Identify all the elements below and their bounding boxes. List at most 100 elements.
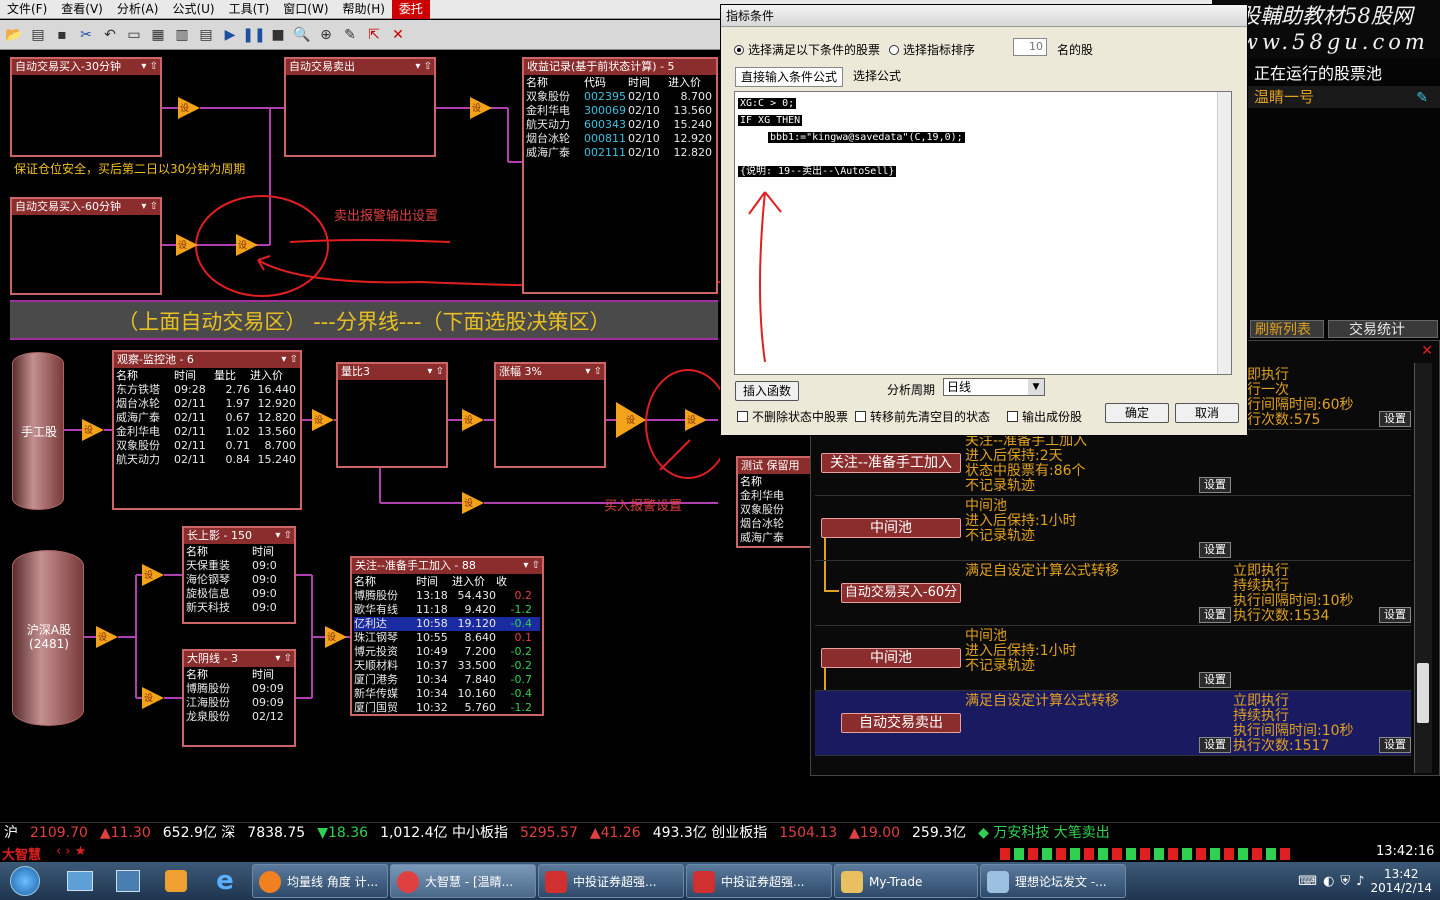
network-icon[interactable]: ◐: [1323, 874, 1334, 889]
task-button[interactable]: 中投证券超强...: [686, 864, 832, 898]
media-pin-icon[interactable]: [152, 864, 200, 898]
formula-editor[interactable]: XG:C > 0; IF XG THEN bbb1:="kingwa@saved…: [734, 91, 1232, 375]
table-row[interactable]: 博元投资 10:49 7.200 -0.2: [354, 645, 540, 659]
node-trigger[interactable]: 设: [142, 687, 164, 709]
manual-stock-cylinder[interactable]: 手工股: [12, 352, 64, 510]
chevron-down-icon[interactable]: ▼: [1028, 379, 1044, 395]
node-trigger[interactable]: 设: [470, 97, 492, 119]
profit-record-box[interactable]: 收益记录(基于前状态计算) - 5 名称 代码 时间 进入价 双象股份 00239…: [522, 57, 718, 294]
chk-keep-stocks[interactable]: 不删除状态中股票: [737, 408, 848, 425]
table-row[interactable]: 亿利达 10:58 19.120 -0.4: [354, 617, 540, 631]
pool-row[interactable]: 关注--准备手工加入 关注--准备手工加入 进入后保持:2天 状态中股票有:86…: [815, 431, 1411, 496]
zoom-icon[interactable]: ⊕: [316, 25, 336, 45]
box-menu-icon[interactable]: ▾ ⇧: [141, 199, 158, 215]
box-menu-icon[interactable]: ▾ ⇧: [141, 59, 158, 75]
table-row[interactable]: 金利华电: [740, 489, 808, 503]
play-icon[interactable]: ▶: [220, 25, 240, 45]
stop-icon[interactable]: ■: [268, 25, 288, 45]
tab-select-formula[interactable]: 选择公式: [847, 67, 907, 87]
buy30-box[interactable]: 自动交易买入-30分钟 ▾ ⇧: [10, 57, 162, 157]
table-row[interactable]: 烟台冰轮: [740, 517, 808, 531]
pause-icon[interactable]: ❚❚: [242, 25, 265, 45]
focus-manual-box[interactable]: 关注--准备手工加入 - 88 ▾ ⇧ 名称 时间 进入价收 博腾股份 13:18 54.…: [350, 556, 544, 716]
shield-icon[interactable]: ⛨: [1340, 874, 1350, 889]
close-icon[interactable]: ✕: [388, 25, 408, 45]
tools-icon[interactable]: ✂: [76, 25, 96, 45]
radio-sort[interactable]: 选择指标排序: [889, 41, 975, 58]
insert-function-button[interactable]: 插入函数: [735, 381, 799, 401]
node-trigger[interactable]: 设: [312, 409, 334, 431]
menu-help[interactable]: 帮助(H): [336, 0, 392, 19]
menu-trade[interactable]: 委托: [391, 0, 430, 19]
table-row[interactable]: 航天动力 02/11 0.84 15.240: [116, 453, 298, 467]
node-trigger[interactable]: 设: [96, 626, 118, 648]
node-trigger[interactable]: 设: [82, 419, 104, 441]
pool-node-focus[interactable]: 关注--准备手工加入: [821, 453, 961, 473]
table-row[interactable]: 新华传媒 10:34 10.160 -0.4: [354, 687, 540, 701]
chk-output-components[interactable]: 输出成份股: [1007, 408, 1082, 425]
table-row[interactable]: 烟台冰轮 000811 02/10 12.920: [526, 132, 714, 146]
open-folder-icon[interactable]: 📂: [4, 25, 24, 45]
ok-button[interactable]: 确定: [1105, 403, 1169, 423]
ie-pin-icon[interactable]: e: [200, 864, 250, 898]
node-trigger[interactable]: 设: [462, 409, 484, 431]
pool-row-selected[interactable]: 温睛一号: [1248, 86, 1440, 108]
node-trigger[interactable]: 设: [142, 564, 164, 586]
settings-button[interactable]: 设置: [1199, 477, 1231, 493]
table-row[interactable]: 龙泉股份 02/12: [186, 710, 292, 724]
table-row[interactable]: 威海广泰 02/11 0.67 12.820: [116, 411, 298, 425]
all-a-shares-cylinder[interactable]: 沪深A股 (2481): [12, 550, 84, 726]
settings-button[interactable]: 设置: [1199, 607, 1231, 623]
task-button-active[interactable]: 大智慧 - [温睛...: [390, 864, 536, 898]
menu-view[interactable]: 查看(V): [54, 0, 110, 19]
menu-file[interactable]: 文件(F): [0, 0, 54, 19]
scrollbar[interactable]: [1414, 363, 1432, 773]
sell-box[interactable]: 自动交易卖出 ▾ ⇧: [284, 57, 436, 157]
table-row[interactable]: 博腾股份 13:18 54.430 0.2: [354, 589, 540, 603]
table-row[interactable]: 厦门港务 10:34 7.840 -0.7: [354, 673, 540, 687]
menu-analysis[interactable]: 分析(A): [110, 0, 166, 19]
settings-button[interactable]: 设置: [1379, 411, 1411, 427]
table-row[interactable]: 东方铁塔 09:28 2.76 16.440: [116, 383, 298, 397]
table-row[interactable]: 金利华电 300069 02/10 13.560: [526, 104, 714, 118]
pool-node-middle[interactable]: 中间池: [821, 518, 961, 538]
layout3-icon[interactable]: ▤: [196, 25, 216, 45]
table-row[interactable]: 厦门国贸 10:32 5.760 -1.2: [354, 701, 540, 715]
node-trigger[interactable]: 设: [325, 626, 347, 648]
box-menu-icon[interactable]: ▾ ⇧: [281, 352, 298, 368]
table-row[interactable]: 双象股份 002395 02/10 8.700: [526, 90, 714, 104]
count-input[interactable]: 10: [1013, 38, 1047, 56]
print-icon[interactable]: ▤: [28, 25, 48, 45]
pool-node-middle2[interactable]: 中间池: [821, 648, 961, 668]
explorer-pin-icon[interactable]: [56, 864, 104, 898]
volume-icon[interactable]: ♪: [1356, 874, 1364, 889]
chk-clear-target[interactable]: 转移前先清空目的状态: [855, 408, 990, 425]
settings-button[interactable]: 设置: [1379, 607, 1411, 623]
refresh-list-tab[interactable]: 刷新列表: [1250, 320, 1324, 338]
search-icon[interactable]: 🔍: [292, 25, 312, 45]
box-menu-icon[interactable]: ▾ ⇧: [427, 364, 444, 380]
task-button[interactable]: 中投证券超强...: [538, 864, 684, 898]
box-menu-icon[interactable]: ▾ ⇧: [585, 364, 602, 380]
pool-row[interactable]: 自动交易买入-60分 满足自设定计算公式转移 立即执行 持续执行 执行间隔时间:…: [815, 561, 1411, 626]
save-icon[interactable]: ▪: [52, 25, 72, 45]
table-row[interactable]: 江海股份 09:09: [186, 696, 292, 710]
edit-icon[interactable]: ✎: [1416, 90, 1428, 106]
layout2-icon[interactable]: ▥: [172, 25, 192, 45]
test-box[interactable]: 测试 保留用 名称 金利华电 双象股份 烟台冰轮 威海广泰: [736, 456, 812, 548]
nav-arrows-icon[interactable]: ‹ › ★: [56, 844, 86, 859]
tab-direct-formula[interactable]: 直接输入条件公式: [735, 67, 843, 87]
settings-button[interactable]: 设置: [1199, 737, 1231, 753]
node-trigger[interactable]: 设: [616, 402, 646, 438]
node-trigger[interactable]: 设: [236, 234, 258, 256]
buy60-box[interactable]: 自动交易买入-60分钟 ▾ ⇧: [10, 197, 162, 295]
start-button[interactable]: [0, 862, 50, 900]
volume-ratio-box[interactable]: 量比3 ▾ ⇧: [336, 362, 448, 468]
editor-scrollbar[interactable]: [1217, 92, 1231, 374]
computer-pin-icon[interactable]: [104, 864, 152, 898]
task-button[interactable]: 理想论坛发文 -...: [980, 864, 1126, 898]
tray-clock[interactable]: 13:42 2014/2/14: [1370, 867, 1432, 895]
box-menu-icon[interactable]: ▾ ⇧: [275, 528, 292, 544]
box-menu-icon[interactable]: ▾ ⇧: [415, 59, 432, 75]
export-icon[interactable]: ⇱: [364, 25, 384, 45]
